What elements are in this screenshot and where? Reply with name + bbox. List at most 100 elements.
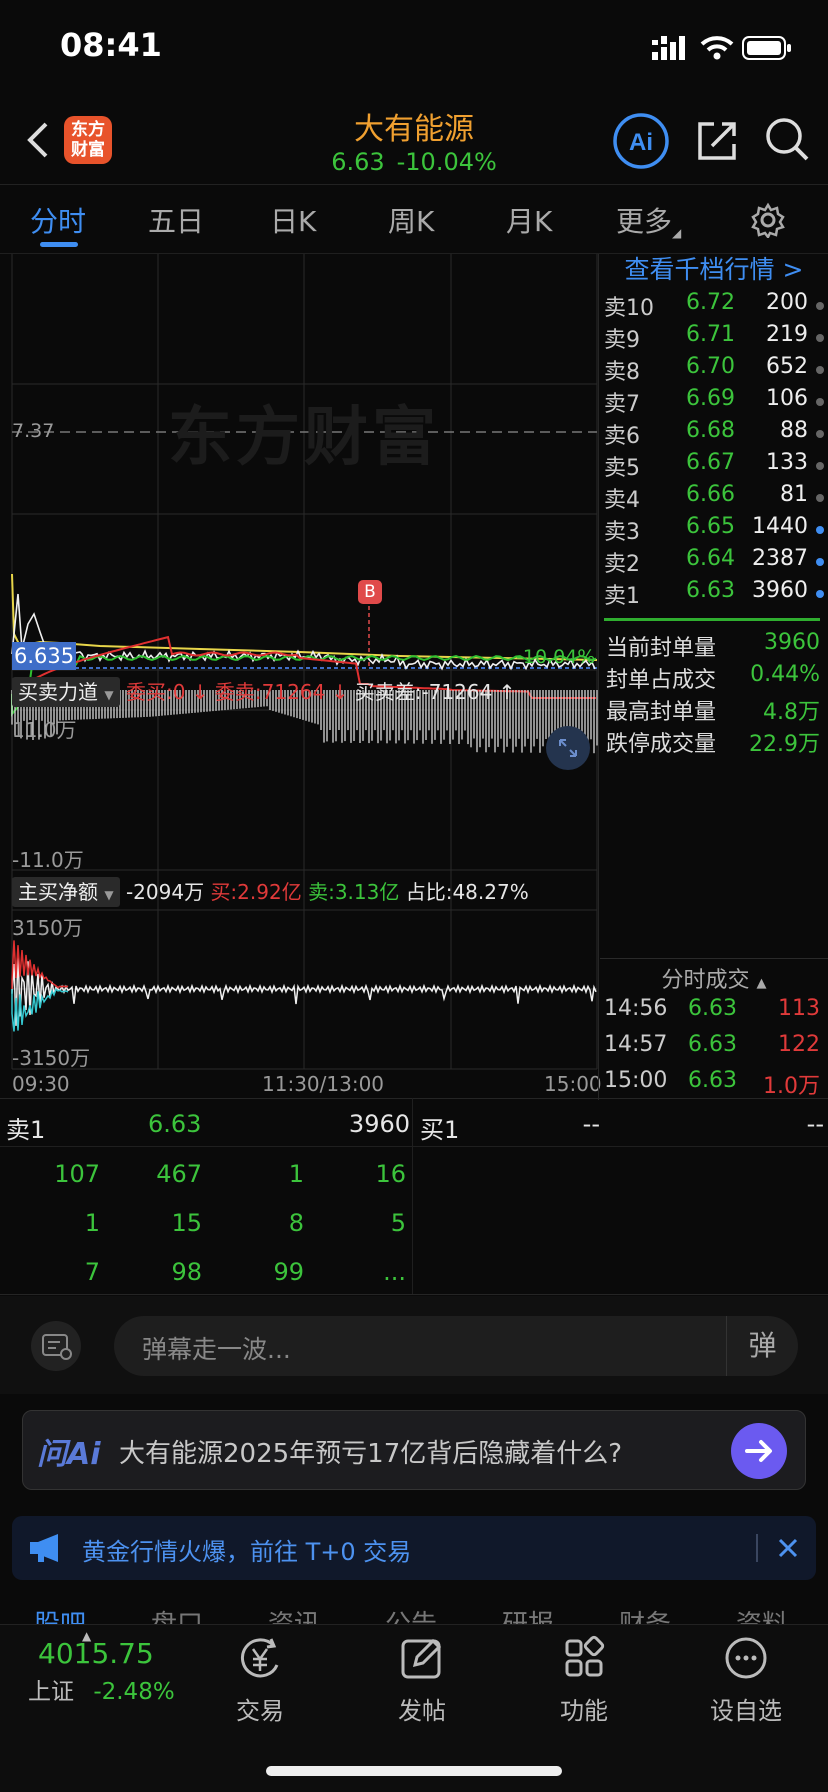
force-indicator-select[interactable]: 买卖力道 ▼: [12, 677, 120, 707]
index-change: -2.48%: [93, 1679, 175, 1705]
tab-monthly-k[interactable]: 月K: [506, 200, 552, 240]
tick-price: 6.63: [688, 996, 737, 1021]
tick-time: 14:57: [604, 1032, 668, 1057]
promo-divider: [756, 1534, 758, 1562]
level-label: 卖6: [604, 424, 640, 449]
ai-assistant-icon[interactable]: Ai: [612, 112, 670, 170]
info-tab[interactable]: 盘口: [151, 1604, 203, 1624]
nav-add-watchlist[interactable]: 设自选: [686, 1635, 806, 1726]
order-book-divider: [604, 618, 820, 621]
net-indicator-select[interactable]: 主买净额 ▼: [12, 877, 120, 907]
tick-price: 6.63: [688, 1068, 737, 1093]
level-label: 卖10: [604, 296, 654, 321]
order-book-row[interactable]: 卖8 6.70 652: [604, 354, 824, 386]
nav-post-label: 发帖: [398, 1697, 446, 1725]
buy1-label: 买1: [420, 1116, 460, 1144]
close-icon[interactable]: [776, 1536, 800, 1560]
level-label: 卖3: [604, 520, 640, 545]
order-book-row[interactable]: 卖1 6.63 3960: [604, 578, 824, 610]
marker-b[interactable]: B: [358, 580, 382, 604]
info-tab[interactable]: 资讯: [268, 1604, 320, 1624]
ask-ai-question: 大有能源2025年预亏17亿背后隐藏着什么?: [119, 1439, 623, 1469]
info-tab[interactable]: 研报: [502, 1604, 554, 1624]
queue-order: ...: [383, 1258, 406, 1286]
danmu-toggle-button[interactable]: 弹: [726, 1316, 798, 1376]
level-price: 6.70: [686, 354, 735, 379]
settings-gear-icon[interactable]: [750, 202, 786, 238]
level-dot-icon: [816, 302, 824, 310]
net-panel-header: 主买净额 ▼ -2094万 买:2.92亿 卖:3.13亿 占比:48.27%: [12, 876, 529, 908]
info-tab[interactable]: 资料: [736, 1604, 788, 1624]
tick-qty: 1.0万: [763, 1074, 820, 1099]
promo-banner[interactable]: 黄金行情火爆，前往 T+0 交易: [12, 1516, 816, 1580]
level-price: 6.65: [686, 514, 735, 539]
net-indicator-name: 主买净额: [18, 880, 98, 904]
order-book-row[interactable]: 卖2 6.64 2387: [604, 546, 824, 578]
queue-order: 5: [390, 1209, 406, 1237]
tab-intraday[interactable]: 分时: [30, 200, 86, 240]
level-label: 卖4: [604, 488, 640, 513]
ask-ai-brand: 问Ai: [37, 1437, 101, 1472]
sell1-label: 卖1: [6, 1116, 46, 1144]
chart-watermark: 东方财富: [168, 401, 440, 475]
level-volume: 3960: [752, 578, 808, 603]
share-icon[interactable]: [696, 118, 740, 162]
level-price: 6.67: [686, 450, 735, 475]
chart-right-border: [598, 254, 599, 1100]
order-book-row[interactable]: 卖7 6.69 106: [604, 386, 824, 418]
level2-col-divider: [412, 1098, 413, 1294]
view-thousand-levels-link[interactable]: 查看千档行情 >: [600, 250, 828, 286]
queue-order: 7: [84, 1258, 100, 1286]
promo-text: 黄金行情火爆，前往 T+0 交易: [82, 1538, 412, 1566]
nav-functions[interactable]: 功能: [524, 1635, 644, 1726]
info-tabs: 股吧 盘口 资讯 公告 研报 财务 资料: [0, 1596, 828, 1624]
order-book-row[interactable]: 卖5 6.67 133: [604, 450, 824, 482]
stat-key: 最高封单量: [606, 700, 717, 725]
megaphone-icon: [30, 1534, 58, 1562]
info-tab[interactable]: 股吧: [34, 1604, 86, 1624]
nav-post[interactable]: 发帖: [362, 1635, 482, 1726]
tab-daily-k[interactable]: 日K: [270, 200, 316, 240]
search-icon[interactable]: [764, 116, 810, 162]
ask-ai-banner[interactable]: 问Ai 大有能源2025年预亏17亿背后隐藏着什么?: [22, 1410, 806, 1490]
order-book-row[interactable]: 卖3 6.65 1440: [604, 514, 824, 546]
ticks-header[interactable]: 分时成交 ▲: [600, 962, 828, 994]
level-label: 卖5: [604, 456, 640, 481]
order-book-row[interactable]: 卖4 6.66 81: [604, 482, 824, 514]
info-tab[interactable]: 公告: [385, 1604, 437, 1624]
level-price: 6.63: [686, 578, 735, 603]
home-indicator: [266, 1766, 562, 1776]
tick-time: 14:56: [604, 996, 668, 1021]
current-pct-label: -10.04%: [516, 646, 596, 668]
index-widget[interactable]: ▲ 4015.75 上证 -2.48%: [20, 1629, 190, 1706]
stat-value: 4.8万: [763, 700, 820, 725]
time-axis-end: 15:00: [544, 1072, 602, 1096]
level-dot-icon: [816, 462, 824, 470]
level-label: 卖7: [604, 392, 640, 417]
nav-trade[interactable]: 交易: [200, 1635, 320, 1726]
order-book-row[interactable]: 卖6 6.68 88: [604, 418, 824, 450]
queue-order: 1: [84, 1209, 100, 1237]
intraday-chart[interactable]: [0, 254, 600, 1084]
tick-qty: 113: [778, 996, 820, 1021]
order-book-row[interactable]: 卖9 6.71 219: [604, 322, 824, 354]
ticks-header-label: 分时成交: [661, 968, 750, 993]
comment-settings-icon[interactable]: [30, 1320, 82, 1372]
tab-more[interactable]: 更多◢: [616, 200, 681, 240]
tab-weekly-k[interactable]: 周K: [388, 200, 434, 240]
current-price-label: 6.635: [12, 642, 77, 670]
level2-bottom-border: [0, 1294, 828, 1295]
order-book-row[interactable]: 卖10 6.72 200: [604, 290, 824, 322]
level-volume: 81: [780, 482, 808, 507]
wifi-icon: [700, 36, 734, 60]
force-bottom-label: -11.0万: [12, 848, 84, 872]
queue-order: 8: [288, 1209, 304, 1237]
arrow-right-icon[interactable]: [731, 1423, 787, 1479]
buy1-vol: --: [806, 1110, 824, 1138]
info-tab[interactable]: 财务: [619, 1604, 671, 1624]
danmu-input[interactable]: 弹幕走一波... 弹: [114, 1316, 798, 1376]
level-dot-icon: [816, 334, 824, 342]
more-dots-icon: [725, 1637, 767, 1679]
time-axis-mid: 11:30/13:00: [262, 1072, 385, 1096]
tab-five-day[interactable]: 五日: [148, 200, 204, 240]
